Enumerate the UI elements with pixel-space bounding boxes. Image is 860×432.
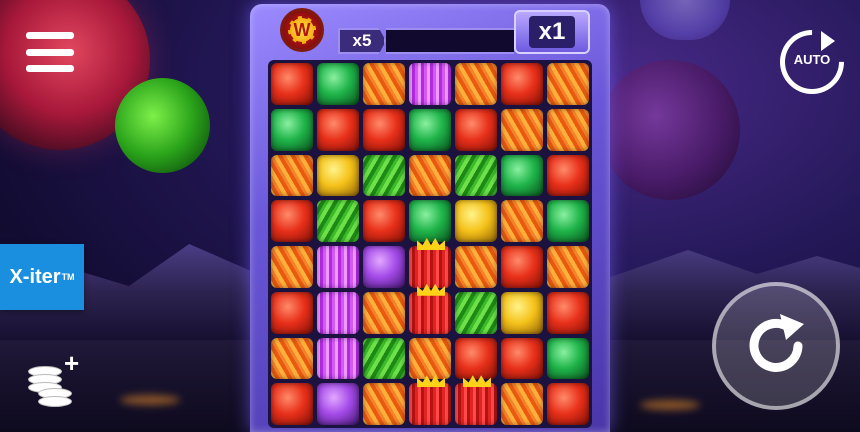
symbol-fur-orange	[547, 63, 589, 105]
symbol-fur-orange	[547, 246, 589, 288]
symbol-fur-orange	[455, 63, 497, 105]
plus-icon: +	[64, 348, 80, 378]
symbol-fur-purple	[409, 63, 451, 105]
wild-badge-letter: W	[288, 16, 316, 44]
symbol-gem-yellow	[455, 200, 497, 242]
symbol-fur-green	[363, 337, 405, 380]
symbol-gem-red	[271, 291, 313, 334]
symbol-fur-green	[317, 200, 359, 242]
symbol-fur-purple	[317, 337, 359, 380]
symbol-fur-green	[455, 154, 497, 197]
symbol-fur-orange	[271, 154, 313, 197]
autoplay-button[interactable]: AUTO	[766, 16, 858, 108]
symbol-gem-red	[455, 337, 497, 380]
symbol-gem-green	[547, 200, 589, 242]
menu-button[interactable]	[26, 32, 74, 72]
symbol-gem-red	[501, 63, 543, 105]
symbol-gem-red	[455, 108, 497, 151]
menu-bar-icon	[26, 48, 74, 56]
autoplay-arrow-icon	[821, 31, 835, 51]
coin-stack-icon	[38, 396, 72, 407]
symbol-gem-red	[501, 246, 543, 288]
green-planet	[115, 78, 210, 173]
symbol-fur-orange	[455, 246, 497, 288]
wild-badge: W	[280, 8, 324, 52]
symbol-fur-orange	[409, 337, 451, 380]
menu-bar-icon	[26, 65, 74, 72]
symbol-gem-green	[271, 108, 313, 151]
symbol-fur-orange	[363, 383, 405, 425]
glowing-plants	[120, 395, 180, 405]
symbol-gem-red	[271, 200, 313, 242]
xiter-label: X-iter	[9, 265, 61, 288]
next-multiplier: x5	[338, 28, 386, 54]
symbol-grid	[268, 60, 592, 428]
symbol-gem-red	[547, 154, 589, 197]
bet-coins-button[interactable]: +	[24, 348, 84, 408]
symbol-fur-orange	[547, 108, 589, 151]
symbol-fur-orange	[501, 200, 543, 242]
multiplier-progress-track	[386, 28, 514, 54]
symbol-gem-green	[547, 337, 589, 380]
symbol-fur-green	[455, 291, 497, 334]
autoplay-label: AUTO	[793, 52, 831, 67]
symbol-fur-orange	[271, 246, 313, 288]
symbol-gem-purple	[363, 246, 405, 288]
symbol-gem-red	[317, 108, 359, 151]
symbol-gem-green	[409, 108, 451, 151]
symbol-gem-red	[271, 63, 313, 105]
symbol-fur-red-crown	[455, 375, 497, 425]
multiplier-bar: W x5 x1	[280, 6, 590, 56]
symbol-gem-yellow	[317, 154, 359, 197]
symbol-fur-purple	[317, 291, 359, 334]
symbol-gem-red	[271, 383, 313, 425]
symbol-fur-orange	[409, 154, 451, 197]
symbol-gem-green	[501, 154, 543, 197]
symbol-fur-orange	[501, 108, 543, 151]
symbol-fur-red-crown	[409, 283, 451, 334]
symbol-fur-orange	[271, 337, 313, 380]
purple-planet	[600, 60, 740, 200]
current-multiplier: x1	[514, 10, 590, 54]
symbol-fur-orange	[363, 291, 405, 334]
spin-button[interactable]	[712, 282, 840, 410]
moon-glow	[640, 0, 730, 40]
symbol-gem-green	[317, 63, 359, 105]
symbol-gem-red	[547, 291, 589, 334]
current-multiplier-value: x1	[528, 16, 576, 48]
menu-bar-icon	[26, 32, 74, 39]
symbol-gem-red	[501, 337, 543, 380]
symbol-fur-orange	[363, 63, 405, 105]
symbol-fur-red-crown	[409, 238, 451, 288]
symbol-gem-yellow	[501, 291, 543, 334]
symbol-gem-green	[409, 200, 451, 242]
symbol-fur-orange	[501, 383, 543, 425]
symbol-fur-purple	[317, 246, 359, 288]
symbol-fur-red-crown	[409, 375, 451, 425]
symbol-gem-red	[363, 108, 405, 151]
xiter-button[interactable]: X-iter TM	[0, 244, 84, 310]
spin-arrow-icon	[749, 314, 804, 372]
symbol-gem-red	[547, 383, 589, 425]
symbol-fur-green	[363, 154, 405, 197]
symbol-gem-red	[363, 200, 405, 242]
glowing-plants-right	[640, 400, 700, 410]
symbol-gem-purple	[317, 383, 359, 425]
xiter-trademark: TM	[61, 272, 75, 282]
